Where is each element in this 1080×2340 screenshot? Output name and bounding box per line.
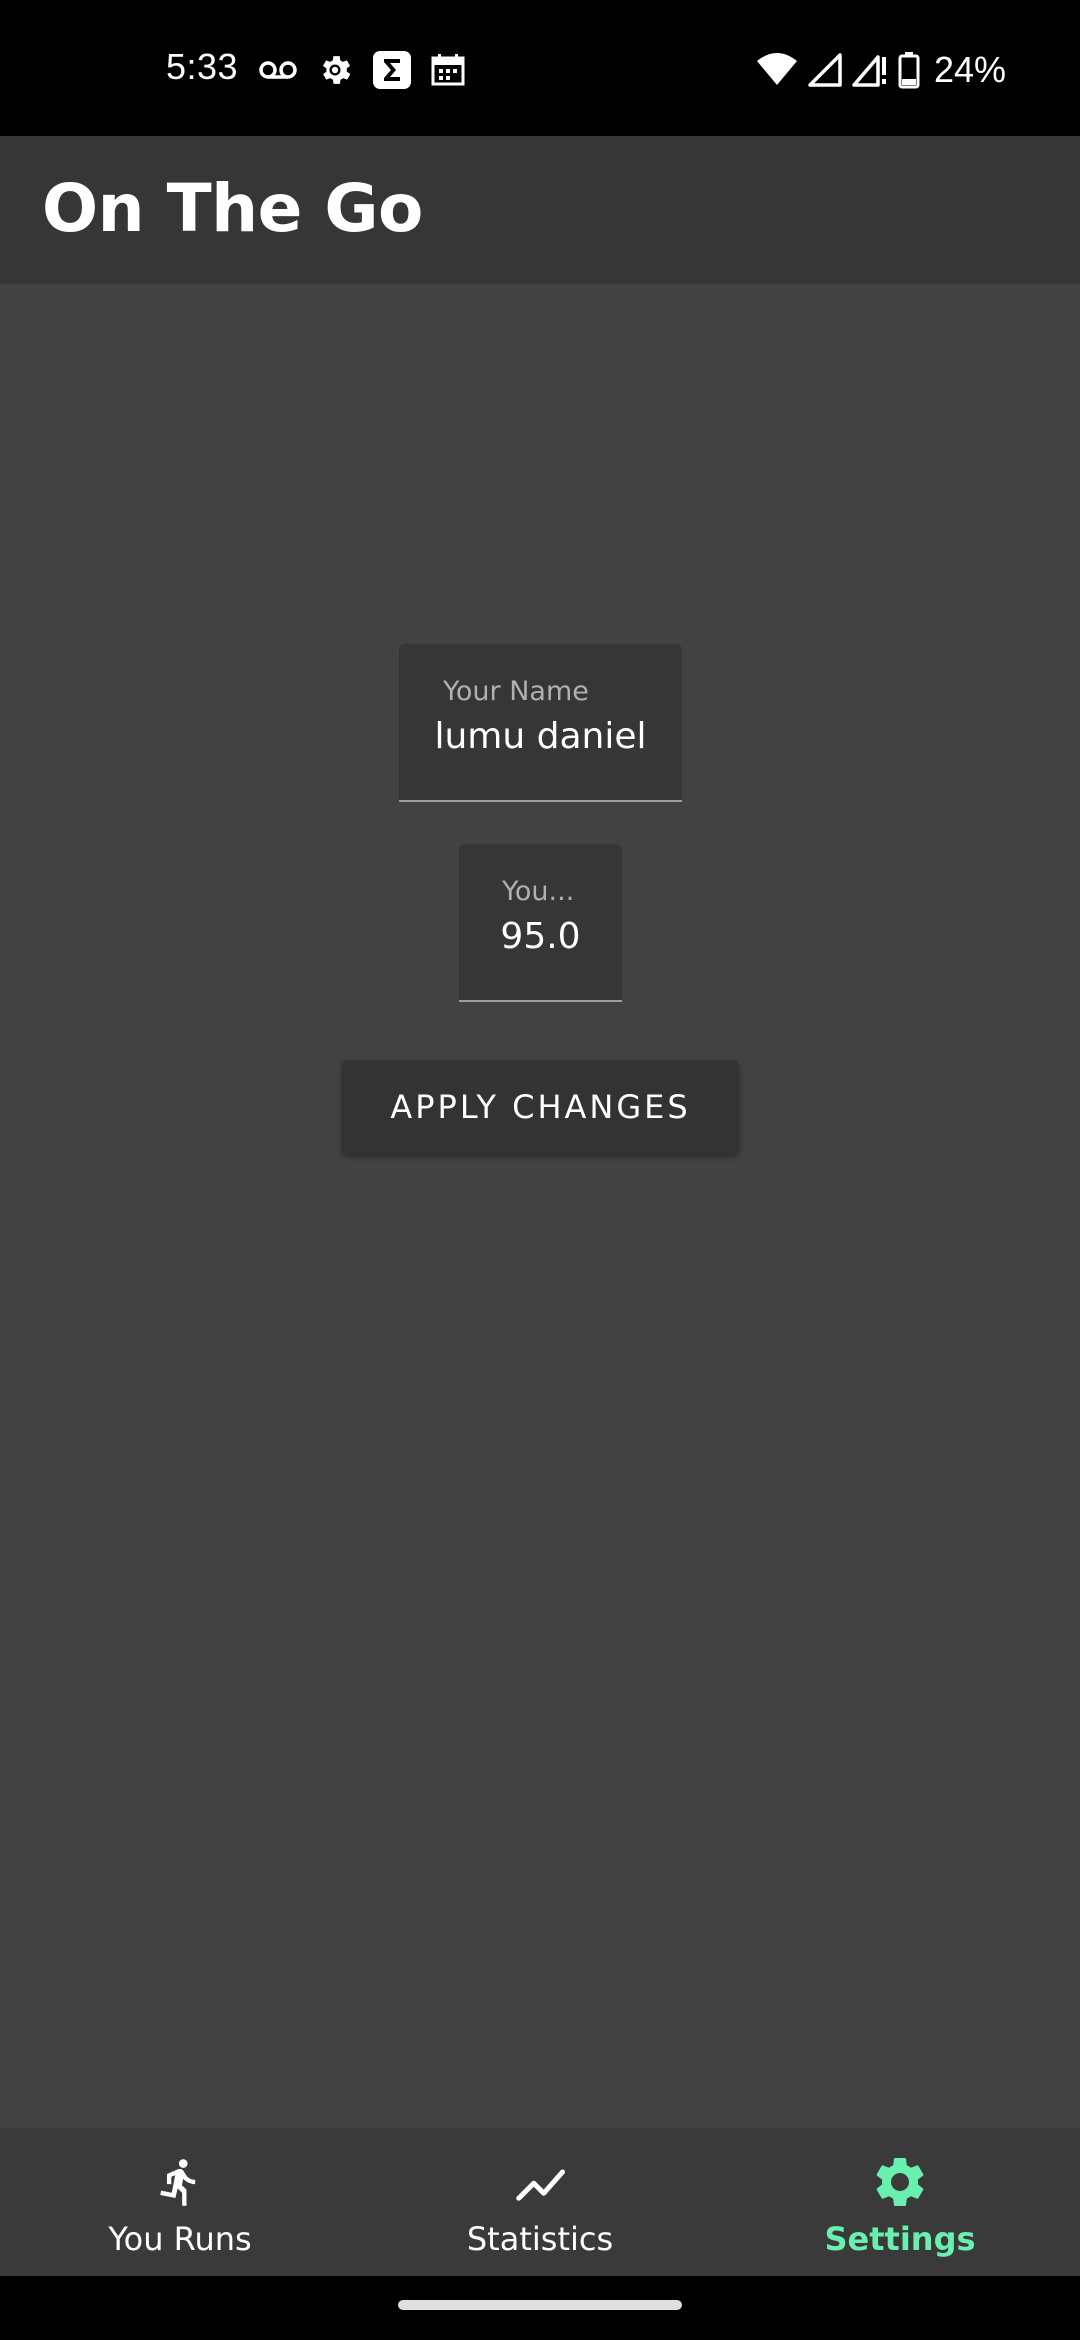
weight-field[interactable]: You... 95.0 (459, 844, 622, 1002)
name-field-value[interactable]: lumu daniel (399, 716, 682, 757)
voicemail-icon (258, 58, 298, 82)
nav-item-runs[interactable]: You Runs (0, 2128, 360, 2276)
apply-changes-button[interactable]: APPLY CHANGES (342, 1060, 739, 1154)
calendar-icon (430, 52, 466, 88)
status-icons-right: 24% (756, 48, 1006, 92)
name-field[interactable]: Your Name lumu daniel (399, 644, 682, 802)
bottom-navigation: You Runs Statistics Settings (0, 2128, 1080, 2276)
weight-field-label: You... (502, 876, 575, 907)
battery-percentage: 24% (933, 49, 1006, 90)
app-bar: On The Go (0, 136, 1080, 284)
page-title: On The Go (42, 170, 423, 247)
gesture-navigation-area (0, 2276, 1080, 2340)
nav-item-statistics[interactable]: Statistics (360, 2128, 720, 2276)
status-bar: 5:33 24% (0, 0, 1080, 136)
running-person-icon (154, 2152, 206, 2212)
signal-no-data-icon (852, 53, 888, 87)
status-time: 5:33 (166, 46, 239, 87)
trending-line-icon (510, 2152, 570, 2212)
name-field-label: Your Name (443, 676, 589, 707)
nav-label-statistics: Statistics (466, 2220, 614, 2258)
battery-icon (898, 51, 920, 89)
app-screen: 5:33 24% On The Go Your Name lumu daniel… (0, 0, 1080, 2340)
sigma-app-icon (372, 50, 412, 90)
home-gesture-handle[interactable] (398, 2300, 682, 2310)
wifi-icon (756, 53, 798, 87)
status-icons-left (258, 48, 466, 92)
settings-content (0, 284, 1080, 2128)
signal-icon (808, 53, 842, 87)
weight-field-value[interactable]: 95.0 (459, 916, 622, 957)
nav-item-settings[interactable]: Settings (720, 2128, 1080, 2276)
nav-label-runs: You Runs (108, 2220, 252, 2258)
settings-gear-icon (316, 51, 354, 89)
gear-icon (870, 2152, 930, 2212)
nav-label-settings: Settings (824, 2220, 976, 2258)
